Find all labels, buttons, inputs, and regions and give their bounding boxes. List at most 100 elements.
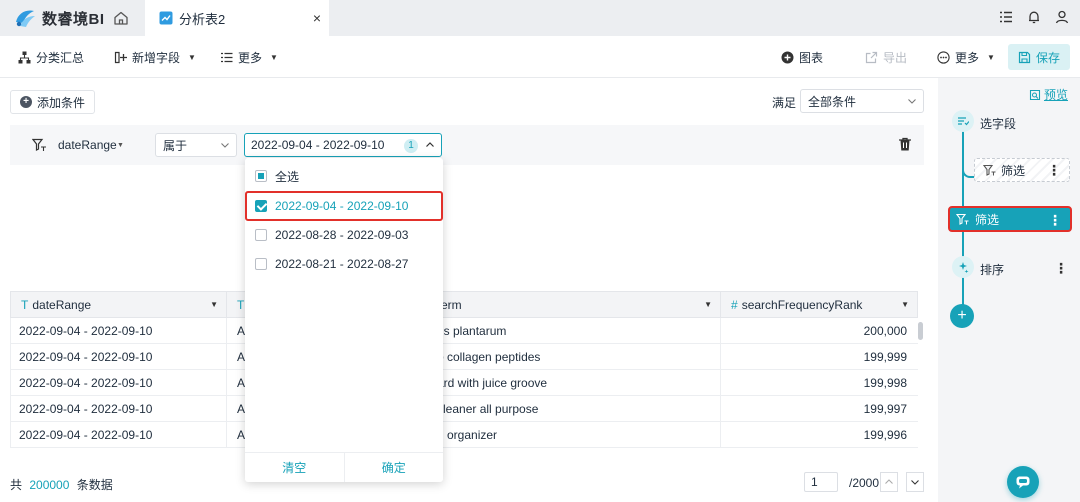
filter-icon — [983, 164, 996, 176]
trash-icon[interactable] — [898, 137, 912, 152]
more-right-label: 更多 — [955, 50, 980, 65]
more-vertical-icon[interactable]: ⋮ — [1047, 163, 1061, 177]
table-row[interactable]: 2022-09-04 - 2022-09-10 Ao collagen pepti… — [10, 344, 918, 370]
more-left-button[interactable]: 更多 ▼ — [220, 36, 278, 78]
filter-panel: + 添加条件 满足 全部条件 dateRange ▼ 属于 2022-09-04… — [0, 78, 938, 279]
notification-bell-icon[interactable] — [1026, 9, 1042, 25]
flow-sidebar: 预览 选字段 筛选 ⋮ 筛选 ⋮ 排序 ⋮ + — [938, 78, 1080, 502]
grid-header: T dateRange ▼ T erm ▼ # searchFrequencyR… — [10, 291, 918, 318]
add-field-button[interactable]: 新增字段 ▼ — [114, 36, 196, 78]
grid-scrollbar[interactable] — [918, 322, 923, 340]
confirm-button[interactable]: 确定 — [345, 453, 444, 482]
value-select[interactable]: 2022-09-04 - 2022-09-10 1 — [244, 133, 442, 157]
home-icon[interactable] — [112, 9, 130, 27]
tab-analysis-table[interactable]: 分析表2 × — [145, 0, 329, 36]
date-range-option[interactable]: 2022-08-21 - 2022-08-27 — [245, 250, 443, 278]
condition-field[interactable]: dateRange — [58, 138, 117, 152]
total-prefix: 共 — [10, 478, 23, 492]
table-row[interactable]: 2022-09-04 - 2022-09-10 Aard with juice g… — [10, 370, 918, 396]
page-number-input[interactable]: 1 — [804, 472, 838, 492]
clear-button[interactable]: 清空 — [245, 453, 345, 482]
top-bar: 数睿境BI 分析表2 × — [0, 0, 1080, 36]
filter-icon — [956, 213, 969, 225]
more-vertical-icon[interactable]: ⋮ — [1054, 261, 1068, 275]
column-header-daterange[interactable]: T dateRange ▼ — [11, 292, 227, 317]
option-checkbox[interactable] — [255, 258, 267, 270]
export-icon — [865, 51, 878, 63]
filter-field-icon — [32, 138, 46, 151]
more-vertical-icon[interactable]: ⋮ — [1048, 213, 1062, 227]
save-button[interactable]: 保存 — [1007, 44, 1070, 70]
select-all-checkbox[interactable] — [255, 170, 267, 182]
group-summary-button[interactable]: 分类汇总 — [18, 36, 84, 78]
operator-select[interactable]: 属于 — [155, 133, 237, 157]
cell-date: 2022-09-04 - 2022-09-10 — [11, 344, 227, 369]
next-page-button[interactable] — [906, 472, 924, 492]
caret-down-icon: ▼ — [270, 52, 278, 62]
preview-label: 预览 — [1043, 88, 1068, 102]
preview-link[interactable]: 预览 — [1029, 86, 1068, 103]
date-range-option[interactable]: 2022-08-28 - 2022-09-03 — [245, 221, 443, 249]
add-field-icon — [114, 51, 127, 63]
cell-date: 2022-09-04 - 2022-09-10 — [11, 396, 227, 421]
total-suffix: 条数据 — [76, 478, 113, 492]
caret-down-icon[interactable]: ▼ — [901, 300, 909, 309]
caret-down-icon[interactable]: ▼ — [210, 300, 218, 309]
list-icon — [221, 52, 233, 62]
option-checkbox[interactable] — [255, 229, 267, 241]
chevron-up-icon — [885, 479, 893, 484]
operator-value: 属于 — [163, 138, 188, 153]
add-condition-label: 添加条件 — [37, 95, 86, 110]
more-right-button[interactable]: 更多 ▼ — [937, 36, 995, 78]
tab-close-icon[interactable]: × — [313, 10, 321, 26]
caret-down-icon: ▼ — [987, 52, 995, 62]
chevron-up-icon — [426, 142, 434, 147]
caret-down-icon[interactable]: ▼ — [117, 142, 124, 149]
table-row[interactable]: 2022-09-04 - 2022-09-10 Acleaner all purp… — [10, 396, 918, 422]
match-select[interactable]: 全部条件 — [800, 89, 924, 113]
add-field-label: 新增字段 — [132, 50, 181, 65]
cell-term: ard with juice groove — [427, 370, 721, 395]
column-header-term[interactable]: erm ▼ — [427, 292, 721, 317]
export-label: 导出 — [883, 50, 908, 65]
chat-support-button[interactable] — [1007, 466, 1039, 498]
column-header-rank[interactable]: # searchFrequencyRank ▼ — [721, 292, 917, 317]
total-count-text: 共 200000 条数据 — [10, 476, 113, 493]
table-row[interactable]: 2022-09-04 - 2022-09-10 Ag organizer 199,9… — [10, 422, 918, 448]
caret-down-icon: ▼ — [188, 52, 196, 62]
chevron-down-icon — [221, 143, 229, 148]
text-type-icon: T — [21, 297, 29, 312]
cell-rank: 199,998 — [863, 375, 907, 390]
match-value: 全部条件 — [808, 94, 857, 109]
task-list-icon[interactable] — [998, 9, 1014, 25]
more-circle-icon — [937, 50, 950, 64]
table-row[interactable]: 2022-09-04 - 2022-09-10 Aus plantarum 200,… — [10, 318, 918, 344]
cell-date: 2022-09-04 - 2022-09-10 — [11, 422, 227, 447]
prev-page-button[interactable] — [880, 472, 898, 492]
match-label: 满足 — [772, 96, 797, 110]
sub-filter-node[interactable]: 筛选 ⋮ — [974, 158, 1070, 182]
cell-term: o collagen peptides — [427, 344, 721, 369]
chart-button[interactable]: 图表 — [781, 36, 823, 78]
selected-count-badge: 1 — [404, 139, 418, 153]
column-name: erm — [441, 297, 462, 312]
caret-down-icon[interactable]: ▼ — [704, 300, 712, 309]
user-icon[interactable] — [1054, 9, 1070, 25]
select-all-option[interactable]: 全选 — [245, 162, 443, 190]
cell-rank: 199,997 — [863, 401, 907, 416]
select-fields-node[interactable]: 选字段 — [980, 115, 1016, 132]
top-right-icons — [998, 9, 1070, 25]
active-filter-node[interactable]: 筛选 ⋮ — [948, 206, 1072, 232]
select-fields-node-icon — [952, 110, 974, 132]
brand[interactable]: 数睿境BI — [14, 7, 105, 29]
toolbar: 分类汇总 新增字段 ▼ 更多 ▼ 图表 导出 更多 ▼ 保存 — [0, 36, 1080, 78]
column-name: dateRange — [32, 297, 92, 312]
column-name: searchFrequencyRank — [741, 297, 863, 312]
add-condition-button[interactable]: + 添加条件 — [10, 90, 96, 114]
export-button[interactable]: 导出 — [865, 36, 907, 78]
add-step-button[interactable]: + — [950, 304, 974, 328]
sort-node[interactable]: 排序 — [980, 261, 1004, 278]
chart-tab-icon — [159, 11, 173, 25]
cell-date: 2022-09-04 - 2022-09-10 — [11, 370, 227, 395]
preview-icon — [1029, 89, 1041, 100]
